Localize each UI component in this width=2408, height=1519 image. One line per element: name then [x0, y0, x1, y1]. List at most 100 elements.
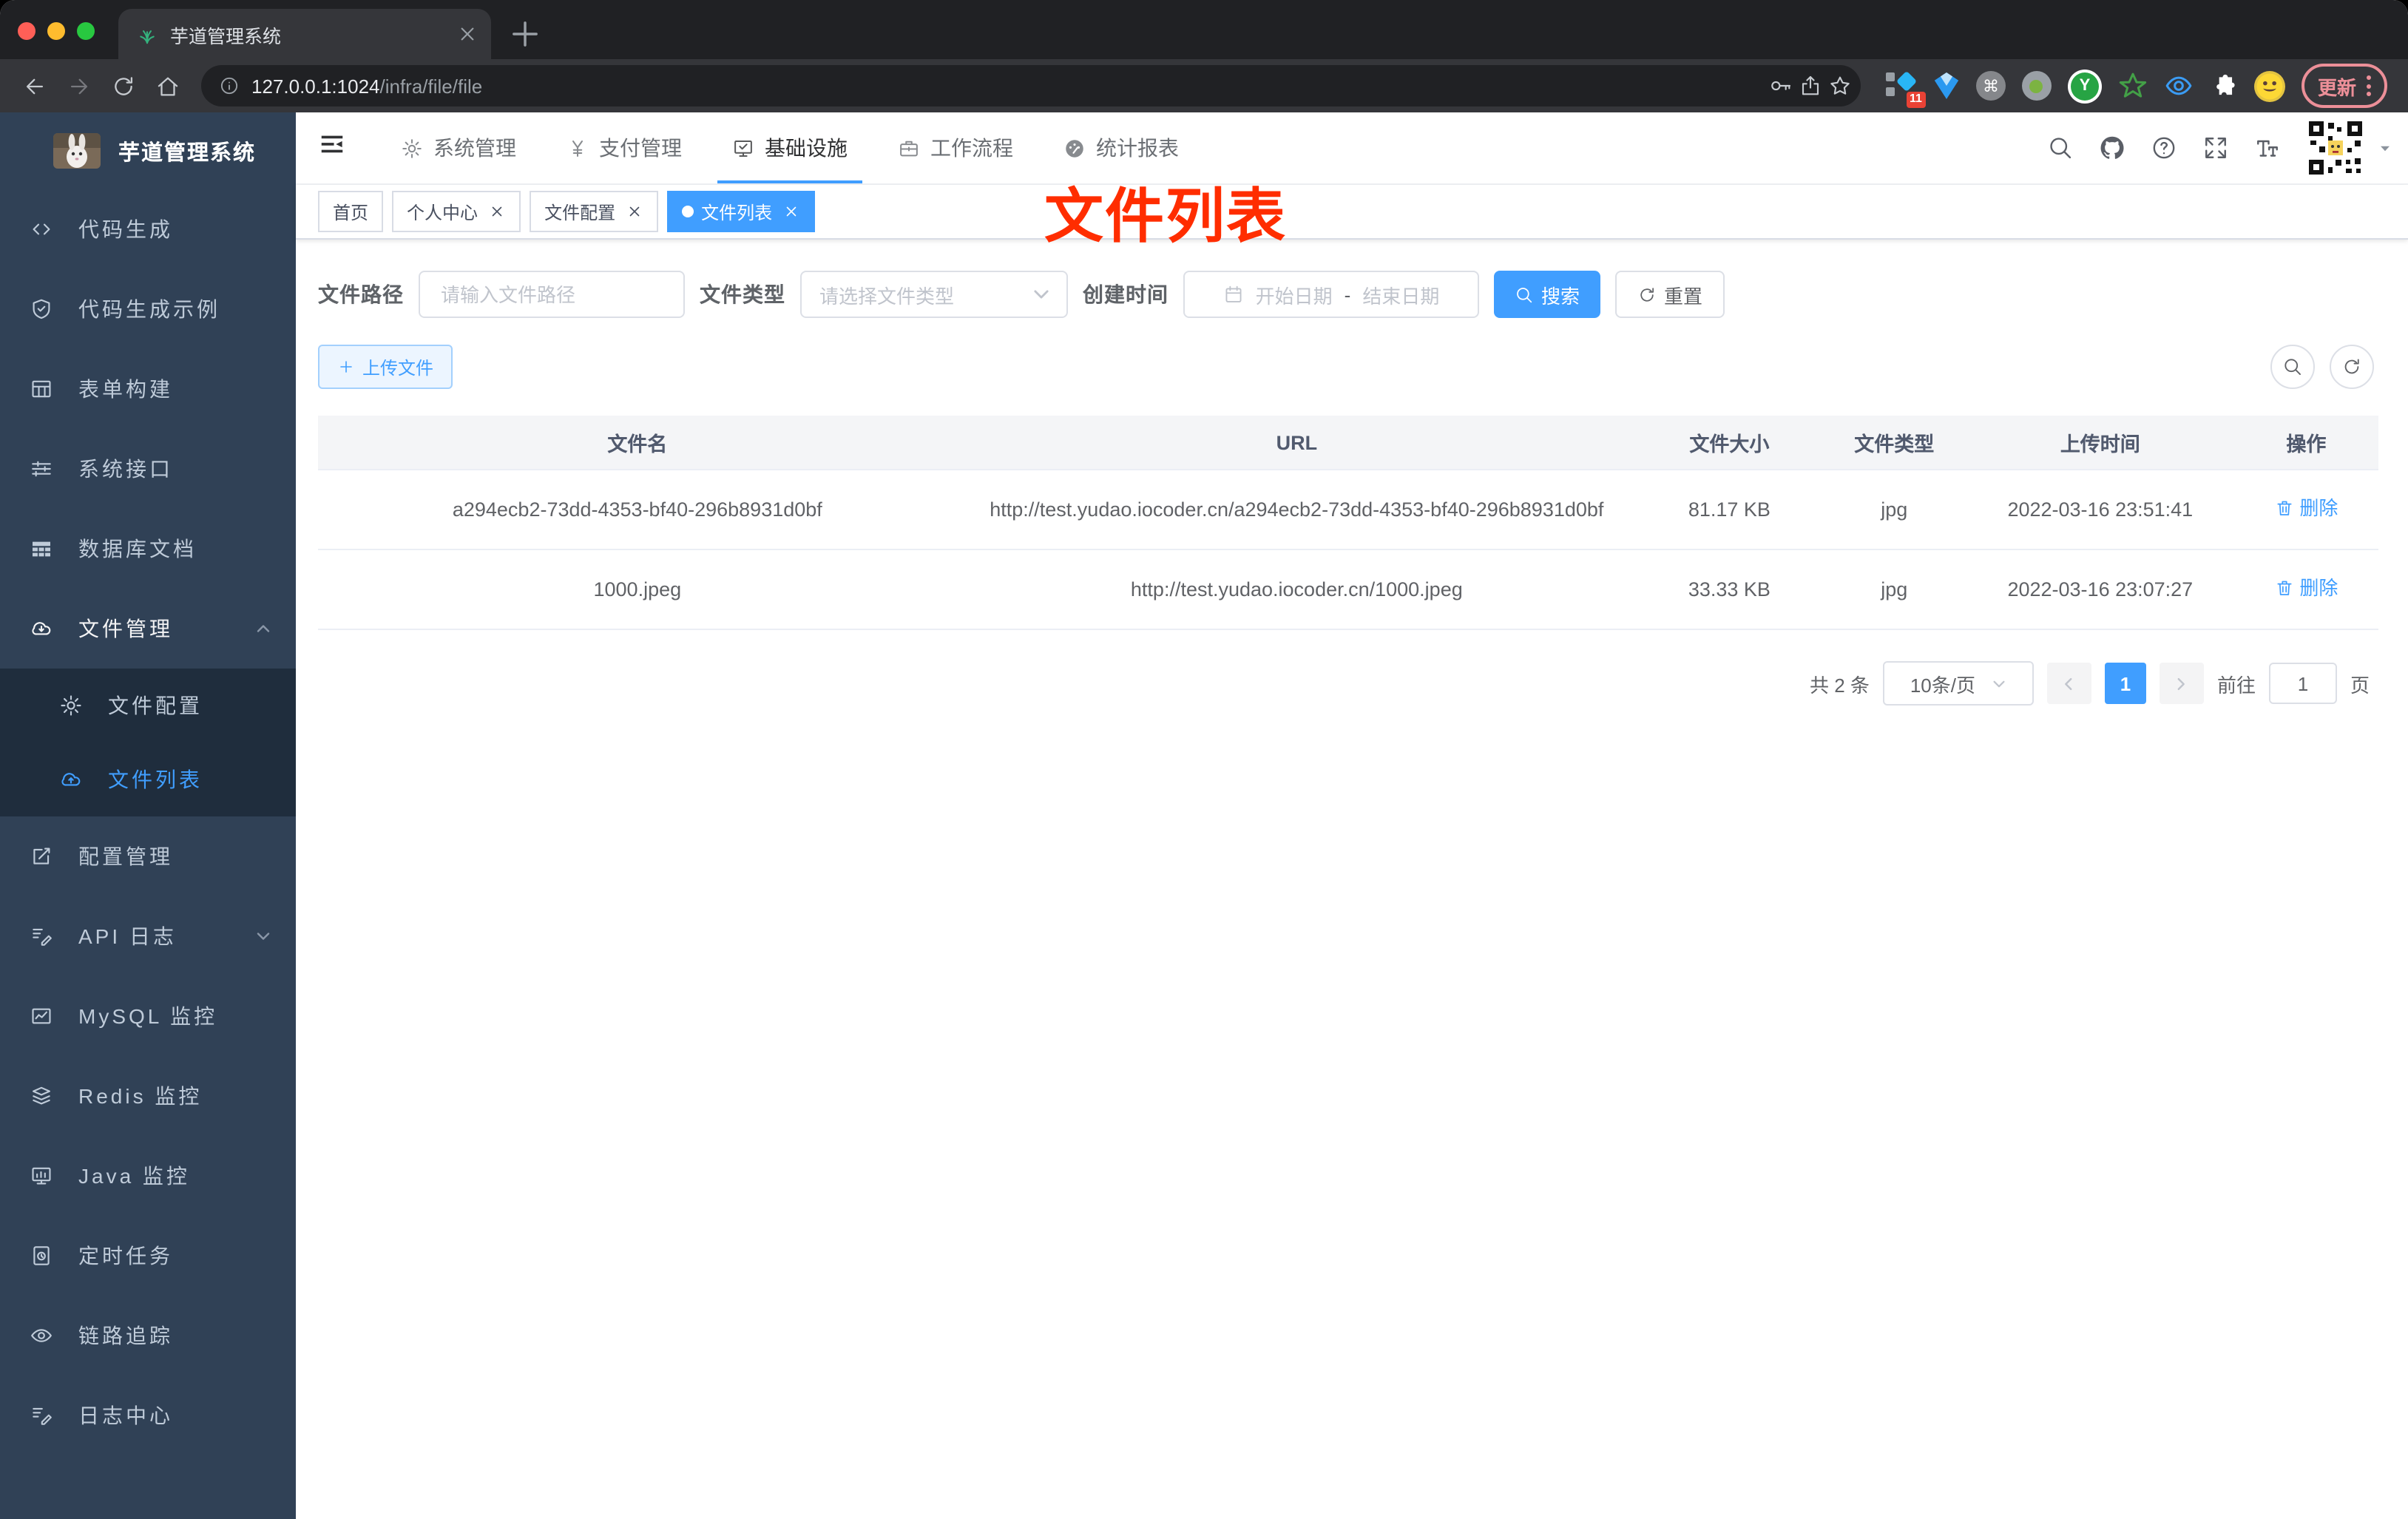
extension-dot-icon[interactable] — [2021, 71, 2052, 101]
menu-label: 链路追踪 — [78, 1324, 173, 1347]
github-icon[interactable] — [2099, 135, 2125, 161]
extensions-puzzle-icon[interactable] — [2210, 72, 2238, 100]
date-separator: - — [1344, 283, 1351, 305]
sidebar-menu-item[interactable]: 数据库文档 — [0, 509, 296, 589]
bookmark-star-icon[interactable] — [1828, 74, 1852, 98]
next-page-button[interactable] — [2159, 663, 2204, 704]
help-icon[interactable] — [2151, 135, 2177, 161]
reload-button[interactable] — [111, 73, 136, 98]
filter-form: 文件路径 文件类型 请选择文件类型 创建时间 开始日期 - 结束日期 — [318, 271, 2378, 318]
file-type-select[interactable]: 请选择文件类型 — [800, 271, 1068, 318]
sidebar-menu-item[interactable]: 文件管理 — [0, 589, 296, 669]
tag-close-icon[interactable] — [626, 203, 643, 220]
extension-y-icon[interactable]: Y — [2067, 69, 2102, 103]
tag-label: 文件列表 — [701, 202, 773, 223]
sidebar-menu-item[interactable]: Java 监控 — [0, 1136, 296, 1216]
address-bar[interactable]: 127.0.0.1:1024/infra/file/file — [201, 65, 1861, 106]
tags-view-tab[interactable]: 个人中心 — [392, 191, 521, 232]
extension-badge: 11 — [1906, 92, 1926, 108]
share-icon[interactable] — [1799, 74, 1822, 98]
extension-vue-devtools-icon[interactable] — [1933, 71, 1960, 101]
page-size-select[interactable]: 10条/页 — [1882, 661, 2034, 706]
top-nav-item[interactable]: 工作流程 — [883, 112, 1028, 183]
column-header: 上传时间 — [2060, 433, 2140, 456]
user-avatar-menu[interactable] — [2306, 118, 2393, 177]
cell-upload-time: 2022-03-16 23:07:27 — [2007, 578, 2194, 601]
sidebar-menu-item[interactable]: MySQL 监控 — [0, 976, 296, 1056]
close-window-button[interactable] — [18, 22, 35, 40]
file-path-input[interactable] — [438, 282, 666, 307]
extension-tampermonkey-icon[interactable]: 11 — [1885, 70, 1926, 108]
font-size-icon[interactable] — [2254, 135, 2281, 161]
tag-close-icon[interactable] — [488, 203, 506, 220]
chevron-icon — [254, 620, 272, 637]
sidebar-collapse-button[interactable] — [296, 130, 365, 166]
tag-close-icon[interactable] — [782, 203, 800, 220]
upload-file-button[interactable]: 上传文件 — [318, 345, 453, 389]
sidebar-menu-item[interactable]: 系统接口 — [0, 429, 296, 509]
chrome-update-button[interactable]: 更新 — [2301, 64, 2387, 108]
search-button[interactable]: 搜索 — [1494, 271, 1601, 318]
header-search-icon[interactable] — [2047, 135, 2074, 161]
tab-close-icon[interactable] — [456, 22, 479, 46]
password-manager-icon[interactable] — [1769, 74, 1793, 98]
search-icon — [1515, 285, 1534, 304]
screen: 芋道管理系统 127.0.0.1:1024/infra/file/file 11 — [0, 0, 2408, 1519]
site-info-icon[interactable] — [219, 75, 240, 96]
date-range-picker[interactable]: 开始日期 - 结束日期 — [1183, 271, 1479, 318]
sidebar-menu-item[interactable]: Redis 监控 — [0, 1056, 296, 1136]
sidebar-menu-item[interactable]: 定时任务 — [0, 1216, 296, 1296]
sidebar-logo[interactable]: 芋道管理系统 — [0, 112, 296, 189]
prev-page-button[interactable] — [2046, 663, 2091, 704]
avatar-qr-image — [2306, 118, 2365, 177]
sidebar-menu-item[interactable]: 配置管理 — [0, 816, 296, 896]
tags-view-tab[interactable]: 首页 — [318, 191, 384, 232]
extension-star-icon[interactable] — [2118, 71, 2148, 101]
top-nav-item[interactable]: 统计报表 — [1049, 112, 1194, 183]
minimize-window-button[interactable] — [47, 22, 65, 40]
browser-tab[interactable]: 芋道管理系统 — [118, 9, 491, 59]
sidebar-menu-item[interactable]: 日志中心 — [0, 1376, 296, 1455]
sidebar-menu-item[interactable]: 文件配置 — [0, 669, 296, 742]
menu-icon — [30, 1324, 53, 1347]
calendar-icon — [1223, 284, 1244, 305]
sidebar-menu-item[interactable]: 链路追踪 — [0, 1296, 296, 1376]
menu-icon — [30, 377, 53, 401]
delete-button[interactable]: 删除 — [2274, 571, 2338, 605]
extension-command-icon[interactable]: ⌘ — [1975, 71, 2006, 101]
top-nav-item[interactable]: 系统管理 — [386, 112, 531, 183]
tag-label: 首页 — [333, 202, 369, 223]
sidebar-menu-item[interactable]: API 日志 — [0, 896, 296, 976]
cell-url: http://test.yudao.iocoder.cn/a294ecb2-73… — [990, 498, 1604, 521]
home-button[interactable] — [155, 73, 180, 98]
zoom-window-button[interactable] — [77, 22, 95, 40]
forward-button[interactable] — [67, 73, 92, 98]
delete-button[interactable]: 删除 — [2274, 491, 2338, 525]
tags-view-tab[interactable]: 文件配置 — [530, 191, 659, 232]
goto-page-input[interactable] — [2268, 663, 2337, 704]
top-nav-item[interactable]: 基础设施 — [717, 112, 862, 183]
menu-label: API 日志 — [78, 924, 177, 948]
tags-view-tab[interactable]: 文件列表 — [667, 191, 816, 232]
show-search-toggle-button[interactable] — [2270, 345, 2315, 389]
sidebar-menu-item[interactable]: 文件列表 — [0, 742, 296, 816]
browser-menu-icon[interactable] — [2367, 75, 2371, 96]
menu-label: 定时任务 — [78, 1244, 173, 1268]
menu-icon — [30, 1004, 53, 1028]
refresh-table-button[interactable] — [2330, 345, 2374, 389]
top-nav-item[interactable]: 支付管理 — [552, 112, 697, 183]
menu-icon — [30, 457, 53, 481]
reset-button[interactable]: 重置 — [1615, 271, 1725, 318]
sidebar-menu-item[interactable]: 表单构建 — [0, 349, 296, 429]
current-page-button[interactable]: 1 — [2104, 663, 2146, 704]
fullscreen-icon[interactable] — [2202, 135, 2229, 161]
url-text[interactable]: 127.0.0.1:1024/infra/file/file — [251, 75, 1757, 97]
back-button[interactable] — [22, 73, 47, 98]
extension-emoji-icon[interactable] — [2253, 70, 2285, 101]
menu-icon — [30, 1404, 53, 1427]
sidebar-menu-item[interactable]: 代码生成 — [0, 189, 296, 269]
window-controls[interactable] — [18, 22, 95, 40]
sidebar-menu-item[interactable]: 代码生成示例 — [0, 269, 296, 349]
new-tab-button[interactable] — [506, 15, 544, 53]
extension-eye-icon[interactable] — [2164, 71, 2194, 101]
